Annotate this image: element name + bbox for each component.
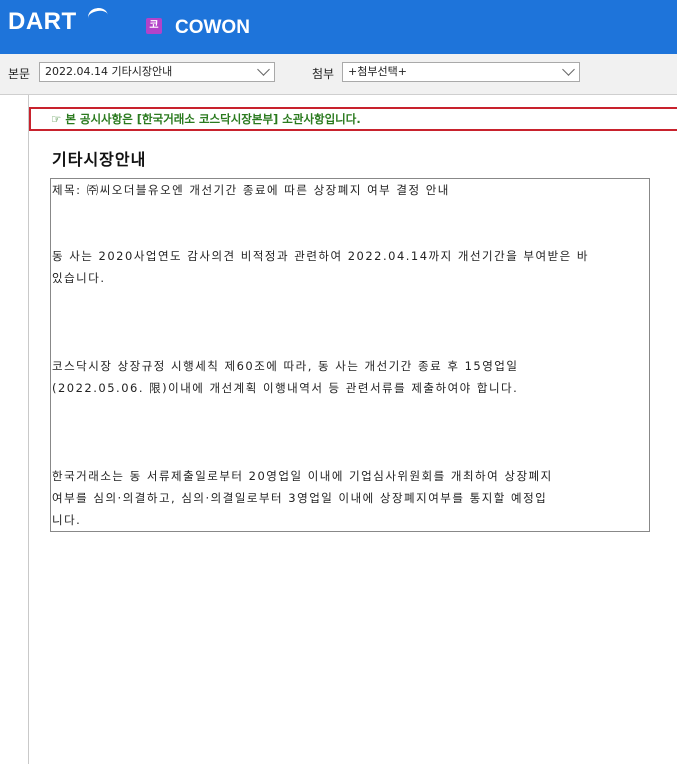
paragraph-1-line-1: 동 사는 2020사업연도 감사의견 비적정과 관련하여 2022.04.14까… xyxy=(52,249,589,263)
toolbar: 본문 2022.04.14 기타시장안내 첨부 +첨부선택+ xyxy=(0,54,677,95)
chevron-down-icon xyxy=(562,63,575,76)
document-box: 제목: ㈜씨오더블유오엔 개선기간 종료에 따른 상장폐지 여부 결정 안내 동… xyxy=(50,178,650,532)
paragraph-3-line-3: 니다. xyxy=(52,513,82,527)
chevron-down-icon xyxy=(257,63,270,76)
attach-label: 첨부 xyxy=(312,67,335,81)
dart-logo[interactable]: DART xyxy=(8,8,77,36)
company-name: COWON xyxy=(175,17,250,38)
paragraph-3-line-2: 여부를 심의·의결하고, 심의·의결일로부터 3영업일 이내에 상장폐지여부를 … xyxy=(52,491,548,505)
corp-badge-icon: 코 xyxy=(146,18,162,34)
attach-select[interactable]: +첨부선택+ xyxy=(342,62,580,82)
body-select[interactable]: 2022.04.14 기타시장안내 xyxy=(39,62,275,82)
paragraph-2-line-1: 코스닥시장 상장규정 시행세칙 제60조에 따라, 동 사는 개선기간 종료 후… xyxy=(52,359,519,373)
subject-line: 제목: ㈜씨오더블유오엔 개선기간 종료에 따른 상장폐지 여부 결정 안내 xyxy=(52,183,450,197)
logo-swoosh-icon xyxy=(86,6,110,27)
paragraph-3-line-1: 한국거래소는 동 서류제출일로부터 20영업일 이내에 기업심사위원회를 개최하… xyxy=(52,469,553,483)
body-select-value: 2022.04.14 기타시장안내 xyxy=(45,65,173,78)
document-title: 기타시장안내 xyxy=(52,150,147,169)
paragraph-1-line-2: 있습니다. xyxy=(52,271,106,285)
notice-banner: ☞ 본 공시사항은 [한국거래소 코스닥시장본부] 소관사항입니다. xyxy=(29,107,677,131)
paragraph-2-line-2: (2022.05.06. 限)이내에 개선계획 이행내역서 등 관련서류를 제출… xyxy=(52,381,519,395)
document-content: ☞ 본 공시사항은 [한국거래소 코스닥시장본부] 소관사항입니다. 기타시장안… xyxy=(28,95,677,764)
header-bar: DART 코 COWON xyxy=(0,0,677,54)
attach-select-value: +첨부선택+ xyxy=(348,65,407,78)
body-label: 본문 xyxy=(8,67,31,81)
